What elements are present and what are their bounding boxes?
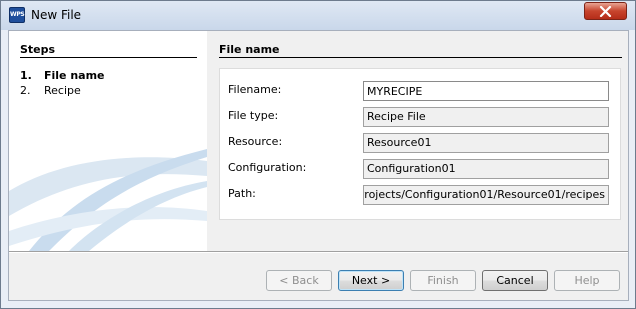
decorative-swoosh-graphic: [9, 149, 207, 251]
path-field: C:\WPS 2.00/Projects/Configuration01/Res…: [363, 185, 609, 205]
file-type-field: Recipe File: [363, 107, 609, 127]
filename-input[interactable]: [363, 81, 609, 101]
help-button[interactable]: Help: [554, 270, 620, 291]
configuration-label: Configuration:: [228, 161, 307, 174]
finish-button[interactable]: Finish: [410, 270, 476, 291]
path-label: Path:: [228, 187, 256, 200]
close-icon: [599, 6, 612, 17]
new-file-dialog: WPS New File Steps 1. File name 2. Recipe: [0, 0, 636, 309]
step-item-recipe: 2. Recipe: [20, 84, 81, 97]
path-value: C:\WPS 2.00/Projects/Configuration01/Res…: [364, 188, 605, 201]
steps-divider: [20, 57, 197, 58]
configuration-field: Configuration01: [363, 159, 609, 179]
panel-title: File name: [219, 43, 280, 56]
resource-field: Resource01: [363, 133, 609, 153]
dialog-body: Steps 1. File name 2. Recipe File name Fil…: [8, 30, 629, 301]
step-number: 1.: [20, 69, 32, 82]
step-item-file-name: 1. File name: [20, 69, 105, 82]
resource-label: Resource:: [228, 135, 283, 148]
file-type-label: File type:: [228, 109, 279, 122]
title-bar[interactable]: WPS New File: [1, 1, 635, 30]
file-name-panel: File name Filename: File type: Recipe Fi…: [207, 31, 628, 251]
button-bar-divider-highlight: [9, 252, 628, 253]
step-label: File name: [44, 69, 105, 82]
window-title: New File: [31, 8, 82, 22]
file-properties-form: Filename: File type: Recipe File Resourc…: [219, 68, 621, 220]
filename-label: Filename:: [228, 83, 282, 96]
steps-header: Steps: [20, 43, 56, 56]
panel-title-divider: [219, 57, 622, 58]
steps-panel: Steps 1. File name 2. Recipe: [9, 31, 207, 251]
wps-app-icon: WPS: [9, 7, 25, 23]
close-button[interactable]: [584, 2, 627, 20]
step-number: 2.: [20, 84, 31, 97]
step-label: Recipe: [44, 84, 81, 97]
next-button[interactable]: Next >: [338, 270, 404, 291]
cancel-button[interactable]: Cancel: [482, 270, 548, 291]
back-button[interactable]: < Back: [266, 270, 332, 291]
